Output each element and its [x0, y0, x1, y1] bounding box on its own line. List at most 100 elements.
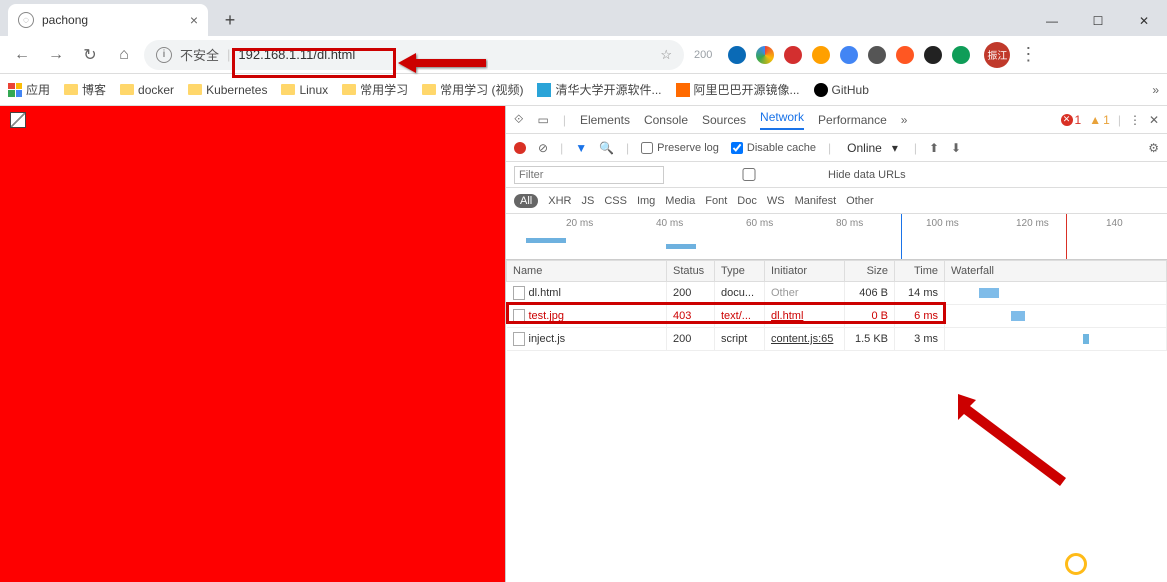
- request-initiator[interactable]: dl.html: [765, 305, 845, 328]
- disable-cache-checkbox[interactable]: Disable cache: [731, 142, 816, 154]
- window-controls: — ☐ ✕: [1029, 6, 1167, 36]
- browser-toolbar: ← → ↻ ⌂ i 不安全 | 192.168.1.11/dl.html ☆ 2…: [0, 36, 1167, 74]
- devtools-tab-performance[interactable]: Performance: [818, 113, 887, 127]
- upload-icon[interactable]: ⬆: [929, 141, 939, 155]
- bookmark-link[interactable]: GitHub: [814, 83, 869, 97]
- request-initiator[interactable]: Other: [765, 282, 845, 305]
- preserve-log-checkbox[interactable]: Preserve log: [641, 142, 719, 154]
- inspect-icon[interactable]: ⟐: [514, 112, 523, 127]
- address-bar[interactable]: i 不安全 | 192.168.1.11/dl.html ☆: [144, 40, 684, 70]
- col-waterfall[interactable]: Waterfall: [945, 261, 1167, 282]
- type-filter[interactable]: WS: [767, 195, 785, 207]
- col-size[interactable]: Size: [845, 261, 895, 282]
- reload-button[interactable]: ↻: [76, 41, 104, 69]
- col-name[interactable]: Name: [507, 261, 667, 282]
- devtools-tab-sources[interactable]: Sources: [702, 113, 746, 127]
- devtools-menu-icon[interactable]: ⋮: [1129, 113, 1141, 127]
- ext-icon[interactable]: [868, 46, 886, 64]
- request-size: 406 B: [845, 282, 895, 305]
- timeline-bar: [666, 244, 696, 249]
- bookmarks-overflow-icon[interactable]: »: [1152, 83, 1159, 97]
- bookmark-folder[interactable]: 常用学习 (视频): [422, 81, 523, 98]
- ext-icon[interactable]: [784, 46, 802, 64]
- bookmark-label: 清华大学开源软件...: [555, 81, 661, 98]
- type-filter[interactable]: Manifest: [795, 195, 837, 207]
- folder-icon: [342, 84, 356, 95]
- col-initiator[interactable]: Initiator: [765, 261, 845, 282]
- type-filter[interactable]: Doc: [737, 195, 757, 207]
- ext-icon[interactable]: [952, 46, 970, 64]
- table-header-row: Name Status Type Initiator Size Time Wat…: [507, 261, 1167, 282]
- warning-badge[interactable]: ▲1: [1089, 113, 1110, 127]
- devtools-tab-console[interactable]: Console: [644, 113, 688, 127]
- browser-menu-icon[interactable]: ⋮: [1016, 44, 1040, 65]
- site-info-icon[interactable]: i: [156, 47, 172, 63]
- browser-tab[interactable]: ◌ pachong ×: [8, 4, 208, 36]
- bookmark-link[interactable]: 清华大学开源软件...: [537, 81, 661, 98]
- ext-icon[interactable]: [812, 46, 830, 64]
- file-icon: [513, 309, 525, 323]
- request-name: inject.js: [529, 333, 566, 345]
- devtools-tab-network[interactable]: Network: [760, 110, 804, 130]
- profile-avatar[interactable]: 振江: [984, 42, 1010, 68]
- table-row[interactable]: dl.html200docu...Other406 B14 ms: [507, 282, 1167, 305]
- settings-gear-icon[interactable]: ⚙: [1148, 141, 1159, 155]
- type-all[interactable]: All: [514, 194, 538, 208]
- search-icon[interactable]: 🔍: [599, 141, 614, 155]
- bookmark-folder[interactable]: docker: [120, 83, 174, 97]
- error-badge[interactable]: ✕1: [1061, 113, 1082, 127]
- apps-button[interactable]: 应用: [8, 81, 50, 98]
- forward-button[interactable]: →: [42, 41, 70, 69]
- request-name: test.jpg: [529, 310, 564, 322]
- network-table: Name Status Type Initiator Size Time Wat…: [506, 260, 1167, 582]
- folder-icon: [188, 84, 202, 95]
- table-row[interactable]: test.jpg403text/...dl.html0 B6 ms: [507, 305, 1167, 328]
- new-tab-button[interactable]: +: [216, 6, 244, 34]
- table-row[interactable]: inject.js200scriptcontent.js:651.5 KB3 m…: [507, 328, 1167, 351]
- ext-icon[interactable]: [840, 46, 858, 64]
- clear-icon[interactable]: ⊘: [538, 141, 548, 155]
- download-icon[interactable]: ⬇: [951, 141, 961, 155]
- devtools-tab-elements[interactable]: Elements: [580, 113, 630, 127]
- col-type[interactable]: Type: [715, 261, 765, 282]
- devtools-close-icon[interactable]: ✕: [1149, 113, 1159, 127]
- throttling-select[interactable]: Online ▾: [843, 140, 902, 156]
- type-filter[interactable]: JS: [581, 195, 594, 207]
- bookmark-folder[interactable]: 常用学习: [342, 81, 408, 98]
- col-status[interactable]: Status: [667, 261, 715, 282]
- bookmark-folder[interactable]: Linux: [281, 83, 328, 97]
- close-button[interactable]: ✕: [1121, 6, 1167, 36]
- type-filter[interactable]: Other: [846, 195, 874, 207]
- request-type: docu...: [715, 282, 765, 305]
- more-tabs-icon[interactable]: »: [901, 113, 908, 127]
- device-mode-icon[interactable]: ▭: [537, 113, 548, 127]
- hide-data-urls-checkbox[interactable]: Hide data URLs: [674, 168, 906, 181]
- record-button[interactable]: [514, 142, 526, 154]
- ext-icon[interactable]: [728, 46, 746, 64]
- type-filter[interactable]: Font: [705, 195, 727, 207]
- max-button[interactable]: ☐: [1075, 6, 1121, 36]
- bookmark-link[interactable]: 阿里巴巴开源镜像...: [676, 81, 800, 98]
- filter-input[interactable]: [514, 166, 664, 184]
- ext-icon[interactable]: [756, 46, 774, 64]
- bookmark-folder[interactable]: 博客: [64, 81, 106, 98]
- ext-icon[interactable]: [896, 46, 914, 64]
- bookmark-folder[interactable]: Kubernetes: [188, 83, 267, 97]
- type-filter[interactable]: Img: [637, 195, 655, 207]
- tab-close-icon[interactable]: ×: [190, 12, 198, 28]
- request-time: 14 ms: [895, 282, 945, 305]
- type-filter[interactable]: CSS: [604, 195, 627, 207]
- timeline-tick: 40 ms: [656, 218, 683, 229]
- bookmark-star-icon[interactable]: ☆: [660, 47, 672, 63]
- ext-icon[interactable]: [924, 46, 942, 64]
- type-filter[interactable]: XHR: [548, 195, 571, 207]
- type-filter[interactable]: Media: [665, 195, 695, 207]
- network-timeline[interactable]: 20 ms 40 ms 60 ms 80 ms 100 ms 120 ms 14…: [506, 214, 1167, 260]
- min-button[interactable]: —: [1029, 6, 1075, 36]
- filter-icon[interactable]: ▼: [575, 141, 587, 155]
- home-button[interactable]: ⌂: [110, 41, 138, 69]
- request-initiator[interactable]: content.js:65: [765, 328, 845, 351]
- back-button[interactable]: ←: [8, 41, 36, 69]
- timeline-tick: 140: [1106, 218, 1123, 229]
- col-time[interactable]: Time: [895, 261, 945, 282]
